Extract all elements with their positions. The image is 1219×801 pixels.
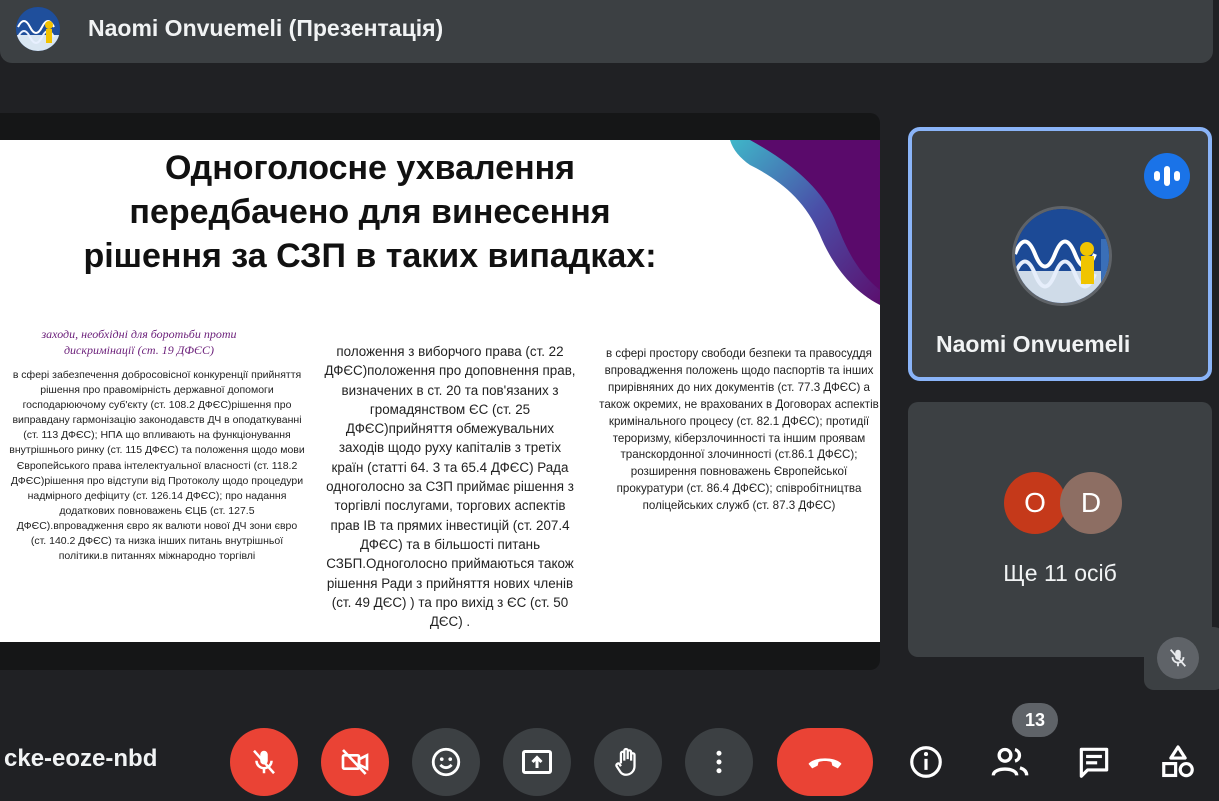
chat-button[interactable] — [1068, 736, 1120, 788]
slide-title: Одноголосне ухвалення передбачено для ви… — [83, 149, 657, 275]
people-count-badge: 13 — [1012, 703, 1058, 737]
meeting-code: cke-eoze-nbd — [4, 745, 158, 772]
people-icon — [991, 747, 1029, 776]
camera-off-icon — [341, 749, 369, 775]
activities-icon — [1162, 745, 1194, 778]
participant-avatar — [1012, 206, 1112, 306]
hang-up-icon — [808, 758, 842, 769]
presenter-title: Naomi Onvuemeli (Презентація) — [88, 15, 444, 41]
emoji-icon — [431, 747, 461, 777]
mic-toggle-button[interactable] — [230, 728, 298, 796]
slide-decoration — [730, 140, 880, 305]
raise-hand-button[interactable] — [594, 728, 662, 796]
hand-icon — [615, 747, 636, 776]
people-button[interactable] — [984, 736, 1036, 788]
speaking-indicator-icon — [1144, 153, 1190, 199]
presenter-header: Naomi Onvuemeli (Презентація) — [0, 0, 1213, 63]
mic-off-icon — [1157, 637, 1199, 679]
reactions-button[interactable] — [412, 728, 480, 796]
info-icon — [910, 746, 942, 778]
meeting-details-button[interactable] — [900, 736, 952, 788]
presentation-stage: Одноголосне ухвалення передбачено для ви… — [0, 113, 880, 670]
participant-avatar-o: O — [1004, 472, 1066, 534]
chat-icon — [1079, 747, 1109, 778]
slide-column-3: в сфері простору свободи безпеки та прав… — [599, 347, 879, 513]
slide-column-2: положення з виборчого права (ст. 22 ДФЄС… — [324, 344, 576, 630]
mic-off-icon — [253, 749, 275, 775]
activities-button[interactable] — [1152, 736, 1204, 788]
more-participants-label: Ще 11 осіб — [1003, 560, 1117, 586]
slide-column-1-heading: заходи, необхідні для боротьби проти дис… — [41, 327, 237, 357]
more-options-button[interactable] — [685, 728, 753, 796]
participant-tile-active[interactable]: Naomi Onvuemeli — [908, 127, 1212, 381]
present-screen-button[interactable] — [503, 728, 571, 796]
more-vert-icon — [716, 750, 722, 774]
presenter-avatar — [16, 7, 60, 51]
camera-toggle-button[interactable] — [321, 728, 389, 796]
slide-column-1: в сфері забезпечення добросовісної конку… — [9, 369, 305, 563]
self-view-tile[interactable] — [1144, 627, 1219, 690]
participant-name: Naomi Onvuemeli — [936, 331, 1131, 357]
present-icon — [522, 750, 552, 774]
presentation-slide: Одноголосне ухвалення передбачено для ви… — [0, 140, 880, 642]
leave-call-button[interactable] — [777, 728, 873, 796]
participant-avatar-d: D — [1060, 472, 1122, 534]
participant-tile-others[interactable]: O D Ще 11 осіб — [908, 402, 1212, 657]
